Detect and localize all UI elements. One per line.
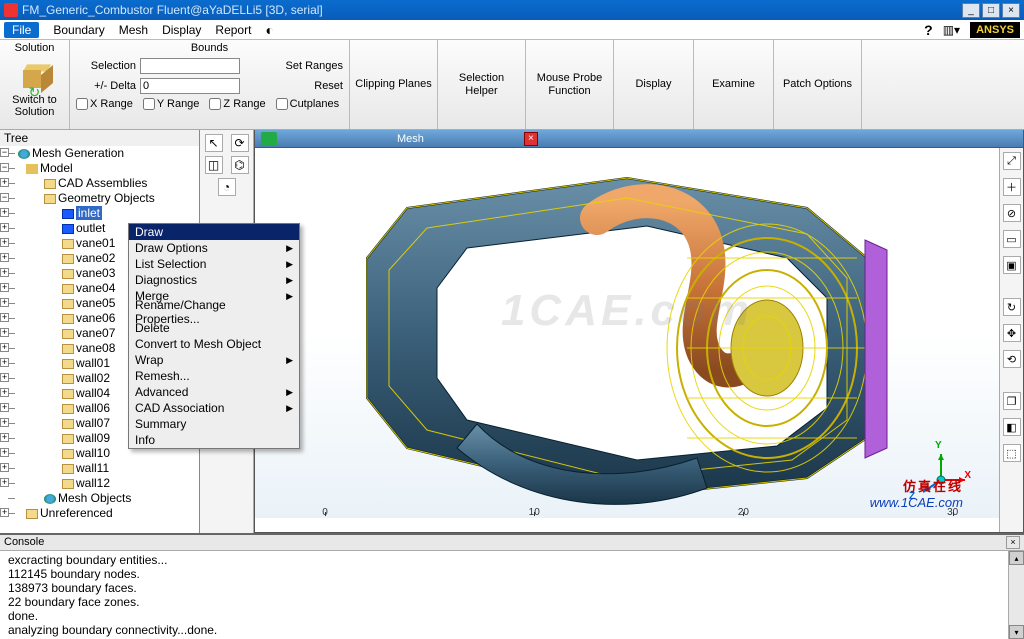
tree-item-mesh-objects[interactable]: Mesh Objects xyxy=(4,491,199,506)
bounds-group-label: Bounds xyxy=(76,42,343,54)
ctx-remesh-[interactable]: Remesh... xyxy=(129,368,299,384)
reset-button[interactable]: Reset xyxy=(314,80,343,92)
switch-solution-icon[interactable]: ↻ xyxy=(19,62,51,90)
ctx-delete[interactable]: Delete xyxy=(129,320,299,336)
console-panel: Console × excracting boundary entities...… xyxy=(0,533,1024,639)
mesh-render xyxy=(255,148,999,518)
viewport-tab: Mesh × xyxy=(255,130,1023,148)
ribbon-toolbar: Solution ↻ Switch to Solution Bounds Sel… xyxy=(0,40,1024,130)
tree-header: Tree xyxy=(0,130,199,146)
tree-item-geometry-objects[interactable]: −Geometry Objects xyxy=(4,191,199,206)
set-ranges-button[interactable]: Set Ranges xyxy=(286,60,343,72)
dropdown-icon[interactable]: ◐ xyxy=(265,22,273,38)
cube-view-icon[interactable]: ⬚ xyxy=(1003,444,1021,462)
zoom-out-icon[interactable]: ⊘ xyxy=(1003,204,1021,222)
ctx-info[interactable]: Info xyxy=(129,432,299,448)
tree-item-unreferenced[interactable]: +Unreferenced xyxy=(4,506,199,521)
tree-item-cad-assemblies[interactable]: +CAD Assemblies xyxy=(4,176,199,191)
render-canvas[interactable]: 1CAE.com X Y Z 0 10 20 30 xyxy=(255,148,999,518)
examine-button[interactable]: Examine xyxy=(694,40,774,129)
menu-file[interactable]: File xyxy=(4,22,39,38)
mesh-tab-label[interactable]: Mesh xyxy=(397,133,424,145)
ctx-convert-to-mesh-object[interactable]: Convert to Mesh Object xyxy=(129,336,299,352)
refresh-icon[interactable]: ↻ xyxy=(1003,298,1021,316)
mesh-tab-icon[interactable] xyxy=(261,132,277,146)
menubar: File Boundary Mesh Display Report ◐ ? ▥▾… xyxy=(0,20,1024,40)
fit-view-icon[interactable]: ⤢ xyxy=(1003,152,1021,170)
view-toolbar-right: ⤢ ＋ ⊘ ▭ ▣ ↻ ✥ ⟲ ❐ ◧ ⬚ xyxy=(999,148,1023,532)
watermark: 仿真在线 www.1CAE.com xyxy=(870,476,963,510)
cutplanes-checkbox[interactable]: Cutplanes xyxy=(276,98,340,110)
clipping-planes-button[interactable]: Clipping Planes xyxy=(350,40,438,129)
tree-item-wall11[interactable]: +wall11 xyxy=(4,461,199,476)
selection-label: Selection xyxy=(76,60,136,72)
window-title: FM_Generic_Combustor Fluent@aYaDELLi5 [3… xyxy=(22,3,962,17)
patch-options-button[interactable]: Patch Options xyxy=(774,40,862,129)
db-tool-icon[interactable]: ⌬ xyxy=(231,156,249,174)
selection-helper-button[interactable]: Selection Helper xyxy=(438,40,526,129)
tree-item-wall12[interactable]: +wall12 xyxy=(4,476,199,491)
tab-close-button[interactable]: × xyxy=(524,132,538,146)
minimize-button[interactable]: _ xyxy=(962,3,980,18)
zrange-checkbox[interactable]: Z Range xyxy=(209,98,265,110)
ctx-advanced[interactable]: Advanced▶ xyxy=(129,384,299,400)
lasso-tool-icon[interactable]: ◔ xyxy=(218,178,236,196)
delta-input[interactable] xyxy=(140,78,240,94)
ctx-draw[interactable]: Draw xyxy=(129,224,299,240)
selection-input[interactable] xyxy=(140,58,240,74)
ribbon-bounds-group: Bounds Selection Set Ranges +/- Delta Re… xyxy=(70,40,350,129)
pan-icon[interactable]: ✥ xyxy=(1003,324,1021,342)
mouse-probe-button[interactable]: Mouse Probe Function xyxy=(526,40,614,129)
tree-item-inlet[interactable]: +inlet xyxy=(4,206,199,221)
ansys-logo: ANSYS xyxy=(970,22,1020,38)
xrange-checkbox[interactable]: X Range xyxy=(76,98,133,110)
close-button[interactable]: × xyxy=(1002,3,1020,18)
rotate-icon[interactable]: ⟲ xyxy=(1003,350,1021,368)
ctx-rename-change-properties-[interactable]: Rename/Change Properties... xyxy=(129,304,299,320)
solution-group-label: Solution xyxy=(15,42,55,54)
zoom-box-icon[interactable]: ▭ xyxy=(1003,230,1021,248)
app-icon xyxy=(4,3,18,17)
ctx-draw-options[interactable]: Draw Options▶ xyxy=(129,240,299,256)
iso-view-icon[interactable]: ◧ xyxy=(1003,418,1021,436)
tree-item-mesh-generation[interactable]: −Mesh Generation xyxy=(4,146,199,161)
console-close-icon[interactable]: × xyxy=(1006,536,1020,549)
console-header: Console xyxy=(4,536,44,549)
copy-view-icon[interactable]: ❐ xyxy=(1003,392,1021,410)
delta-label: +/- Delta xyxy=(76,80,136,92)
menu-boundary[interactable]: Boundary xyxy=(53,23,104,37)
menu-display[interactable]: Display xyxy=(162,23,201,37)
ribbon-solution-group: Solution ↻ Switch to Solution xyxy=(0,40,70,129)
ctx-wrap[interactable]: Wrap▶ xyxy=(129,352,299,368)
cursor-tool-icon[interactable]: ↖ xyxy=(205,134,223,152)
orbit-tool-icon[interactable]: ⟳ xyxy=(231,134,249,152)
ctx-cad-association[interactable]: CAD Association▶ xyxy=(129,400,299,416)
yrange-checkbox[interactable]: Y Range xyxy=(143,98,200,110)
ctx-list-selection[interactable]: List Selection▶ xyxy=(129,256,299,272)
camera-icon[interactable]: ▣ xyxy=(1003,256,1021,274)
ruler-scale: 0 10 20 30 xyxy=(325,504,959,516)
console-output[interactable]: excracting boundary entities... 112145 b… xyxy=(0,551,1024,639)
select-tool-icon[interactable]: ◫ xyxy=(205,156,223,174)
viewport[interactable]: Mesh × xyxy=(254,130,1024,533)
window-titlebar: FM_Generic_Combustor Fluent@aYaDELLi5 [3… xyxy=(0,0,1024,20)
help-icon[interactable]: ? xyxy=(924,22,933,38)
tree-item-model[interactable]: −Model xyxy=(4,161,199,176)
console-scrollbar[interactable]: ▴▾ xyxy=(1008,551,1024,639)
ctx-summary[interactable]: Summary xyxy=(129,416,299,432)
menu-mesh[interactable]: Mesh xyxy=(119,23,148,37)
context-menu[interactable]: DrawDraw Options▶List Selection▶Diagnost… xyxy=(128,223,300,449)
menu-report[interactable]: Report xyxy=(215,23,251,37)
maximize-button[interactable]: □ xyxy=(982,3,1000,18)
zoom-in-icon[interactable]: ＋ xyxy=(1003,178,1021,196)
layout-icon[interactable]: ▥▾ xyxy=(943,23,960,37)
ctx-diagnostics[interactable]: Diagnostics▶ xyxy=(129,272,299,288)
display-button[interactable]: Display xyxy=(614,40,694,129)
